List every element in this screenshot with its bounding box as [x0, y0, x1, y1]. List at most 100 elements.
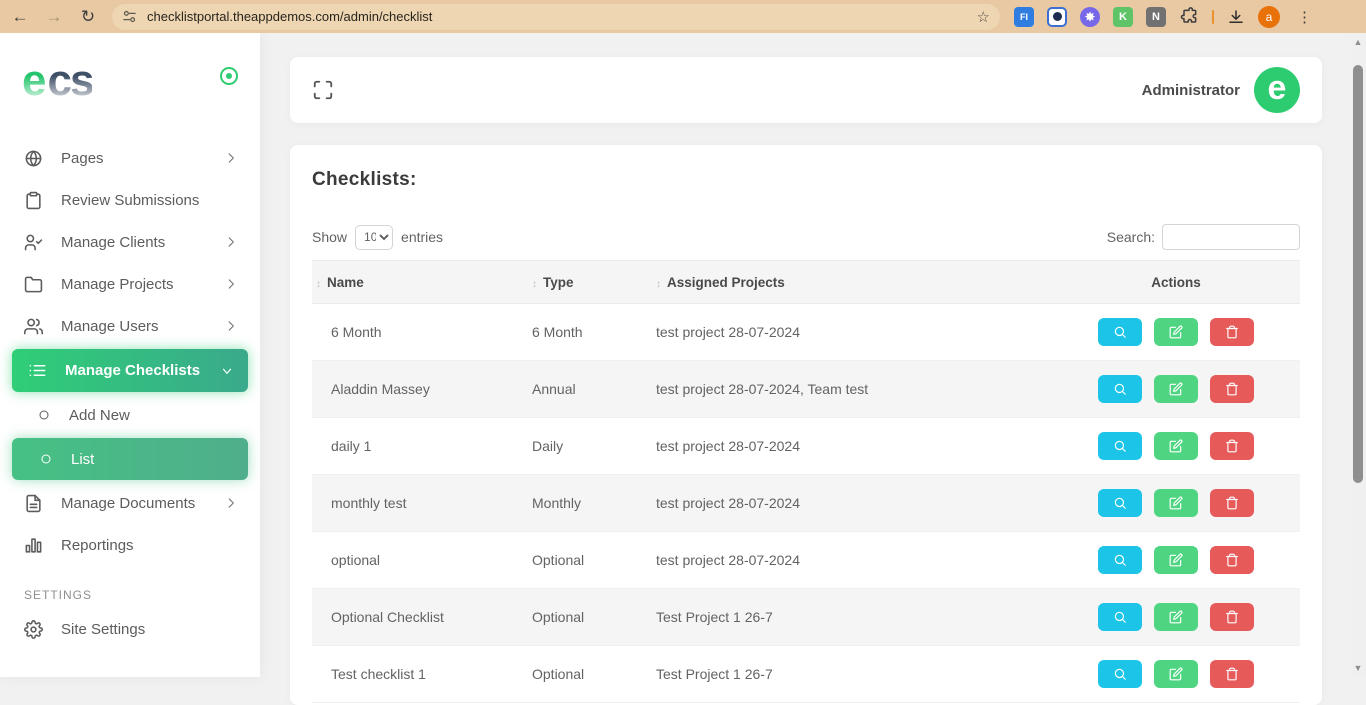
view-button[interactable] [1098, 660, 1142, 688]
extension-n-icon[interactable]: N [1146, 7, 1166, 27]
cell-actions [1052, 532, 1300, 589]
app-logo[interactable]: e cs [0, 33, 260, 129]
edit-button[interactable] [1154, 489, 1198, 517]
delete-button[interactable] [1210, 546, 1254, 574]
column-header-assigned-projects[interactable]: ↕Assigned Projects [652, 261, 1052, 304]
delete-button[interactable] [1210, 318, 1254, 346]
edit-button[interactable] [1154, 546, 1198, 574]
refresh-icon[interactable]: ↻ [74, 3, 102, 31]
user-role-label[interactable]: Administrator [1142, 82, 1240, 99]
extensions-row: FI ✸ K N a ⋮ [1014, 6, 1322, 28]
search-icon [1113, 496, 1127, 510]
cell-name: monthly test [312, 475, 528, 532]
edit-button[interactable] [1154, 432, 1198, 460]
sidebar-item-manage-checklists[interactable]: Manage Checklists [12, 349, 248, 392]
sidebar-item-manage-projects[interactable]: Manage Projects [0, 263, 260, 305]
view-button[interactable] [1098, 318, 1142, 346]
bar-chart-icon [22, 534, 44, 556]
view-button[interactable] [1098, 546, 1142, 574]
sidebar-item-label: Reportings [61, 537, 238, 554]
sidebar-item-label: Add New [69, 407, 238, 424]
sidebar-item-review-submissions[interactable]: Review Submissions [0, 179, 260, 221]
circle-icon [38, 448, 54, 470]
delete-button[interactable] [1210, 660, 1254, 688]
extension-camera-icon[interactable] [1047, 7, 1067, 27]
column-header-type[interactable]: ↕Type [528, 261, 652, 304]
edit-button[interactable] [1154, 603, 1198, 631]
sidebar-item-label: Pages [61, 150, 224, 167]
view-button[interactable] [1098, 603, 1142, 631]
show-label: Show [312, 229, 347, 245]
sidebar-item-pages[interactable]: Pages [0, 137, 260, 179]
page-scrollbar[interactable]: ▲ ▼ [1350, 33, 1366, 677]
search-icon [1113, 553, 1127, 567]
sidebar-item-label: Manage Checklists [65, 362, 220, 379]
edit-icon [1169, 382, 1183, 396]
folder-icon [22, 273, 44, 295]
edit-button[interactable] [1154, 318, 1198, 346]
table-header-row: ↕Name ↕Type ↕Assigned Projects Actions [312, 261, 1300, 304]
search-input[interactable] [1162, 224, 1300, 250]
address-bar[interactable]: checklistportal.theappdemos.com/admin/ch… [112, 4, 1000, 30]
sort-icon[interactable]: ↕ [316, 279, 321, 290]
delete-button[interactable] [1210, 432, 1254, 460]
scrollbar-down-icon[interactable]: ▼ [1350, 661, 1366, 675]
delete-button[interactable] [1210, 489, 1254, 517]
column-header-name[interactable]: ↕Name [312, 261, 528, 304]
sidebar-item-label: Manage Documents [61, 495, 224, 512]
scrollbar-up-icon[interactable]: ▲ [1350, 35, 1366, 49]
sidebar-item-manage-clients[interactable]: Manage Clients [0, 221, 260, 263]
sidebar-item-manage-users[interactable]: Manage Users [0, 305, 260, 347]
sidebar-item-reportings[interactable]: Reportings [0, 524, 260, 566]
delete-button[interactable] [1210, 603, 1254, 631]
sidebar-item-manage-documents[interactable]: Manage Documents [0, 482, 260, 524]
bookmark-star-icon[interactable]: ☆ [977, 8, 990, 26]
camera-lens [1053, 12, 1062, 21]
sidebar-item-site-settings[interactable]: Site Settings [0, 608, 260, 650]
toggle-dot [226, 73, 232, 79]
edit-button[interactable] [1154, 660, 1198, 688]
url-text[interactable]: checklistportal.theappdemos.com/admin/ch… [147, 9, 977, 24]
cell-assigned-projects: test project 28-07-2024 [652, 532, 1052, 589]
extension-fi-icon[interactable]: FI [1014, 7, 1034, 27]
sidebar-item-label: Site Settings [61, 621, 238, 638]
back-icon[interactable]: ← [6, 3, 34, 31]
cell-name: optional [312, 532, 528, 589]
site-info-icon[interactable] [122, 9, 137, 24]
edit-icon [1169, 325, 1183, 339]
extension-k-icon[interactable]: K [1113, 7, 1133, 27]
topbar-user-area: Administrator e [1142, 67, 1300, 113]
download-icon[interactable] [1227, 8, 1245, 26]
toolbar-separator [1212, 10, 1214, 24]
trash-icon [1225, 553, 1239, 567]
cell-actions [1052, 304, 1300, 361]
profile-avatar[interactable]: a [1258, 6, 1280, 28]
view-button[interactable] [1098, 489, 1142, 517]
trash-icon [1225, 382, 1239, 396]
cell-assigned-projects: test project 28-07-2024, Team test [652, 361, 1052, 418]
sort-icon[interactable]: ↕ [532, 279, 537, 290]
trash-icon [1225, 667, 1239, 681]
browser-menu-icon[interactable]: ⋮ [1297, 8, 1312, 26]
scrollbar-thumb[interactable] [1353, 65, 1363, 483]
forward-icon[interactable]: → [40, 3, 68, 31]
brand-logo-icon[interactable]: e [1254, 67, 1300, 113]
cell-actions [1052, 475, 1300, 532]
extension-gear-icon[interactable]: ✸ [1080, 7, 1100, 27]
page-length-select[interactable]: 10 [355, 225, 393, 250]
delete-button[interactable] [1210, 375, 1254, 403]
sort-icon[interactable]: ↕ [656, 279, 661, 290]
sidebar-toggle-icon[interactable] [220, 67, 238, 85]
sidebar-item-add-new[interactable]: Add New [0, 394, 260, 436]
view-button[interactable] [1098, 375, 1142, 403]
edit-button[interactable] [1154, 375, 1198, 403]
sidebar-item-list[interactable]: List [12, 438, 248, 480]
edit-icon [1169, 496, 1183, 510]
table-row: optional Optional test project 28-07-202… [312, 532, 1300, 589]
fullscreen-icon[interactable] [312, 79, 334, 101]
cell-type: Optional [528, 532, 652, 589]
trash-icon [1225, 610, 1239, 624]
view-button[interactable] [1098, 432, 1142, 460]
search-icon [1113, 667, 1127, 681]
extensions-puzzle-icon[interactable] [1179, 7, 1199, 27]
